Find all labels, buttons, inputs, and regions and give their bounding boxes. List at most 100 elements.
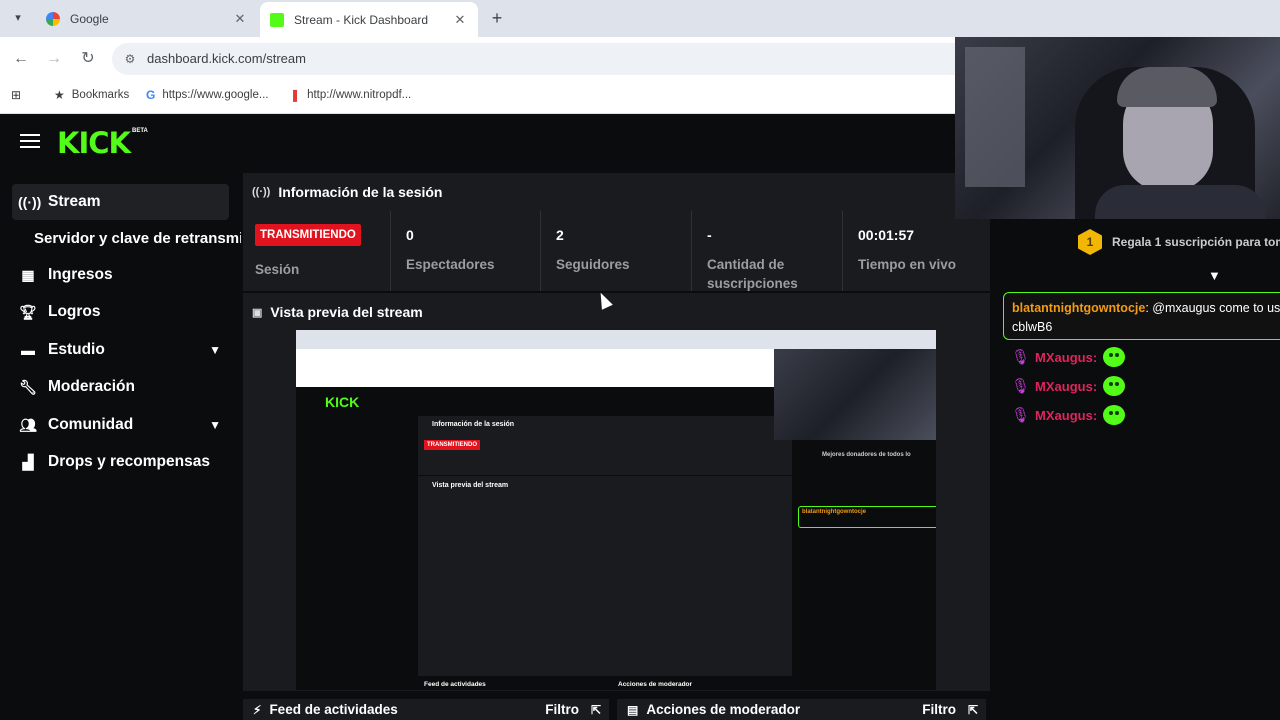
bookmark-label: https://www.google... bbox=[162, 89, 269, 101]
close-icon[interactable]: ✕ bbox=[452, 12, 468, 28]
stat-value: - bbox=[707, 227, 712, 243]
kick-logo[interactable]: KICK bbox=[57, 126, 131, 160]
sidebar-item-server-key[interactable]: Servidor y clave de retransmisión bbox=[34, 230, 241, 247]
filter-button[interactable]: Filtro bbox=[545, 702, 579, 717]
panel-title: Vista previa del stream bbox=[270, 304, 423, 320]
broadcast-icon: ((·)) bbox=[18, 194, 42, 210]
chat-panel: 1 Regala 1 suscripción para tomar ▼ blat… bbox=[993, 218, 1280, 720]
emote-icon bbox=[1103, 347, 1126, 367]
url-field[interactable]: ⚙ dashboard.kick.com/stream bbox=[112, 43, 972, 75]
stat-seguidores: 2 Seguidores bbox=[540, 211, 690, 291]
mini-logo: KICK bbox=[325, 394, 360, 410]
popout-icon[interactable]: ⇱ bbox=[591, 703, 601, 717]
tab-title: Google bbox=[70, 12, 109, 26]
stat-value: 00:01:57 bbox=[858, 227, 915, 243]
tab-kick-dashboard[interactable]: Stream - Kick Dashboard ✕ bbox=[260, 2, 478, 37]
kick-favicon-icon bbox=[270, 12, 284, 27]
sidebar-item-drops[interactable]: ▟ Drops y recompensas bbox=[12, 444, 229, 480]
chevron-down-icon: ▼ bbox=[209, 418, 221, 432]
mini-live-badge: TRANSMITIENDO bbox=[424, 440, 480, 450]
mini-mod-title: Acciones de moderador bbox=[618, 681, 693, 688]
emote-icon bbox=[1103, 405, 1126, 425]
session-info-header: ((·)) Información de la sesión bbox=[252, 184, 442, 200]
expand-icon[interactable]: ▼ bbox=[1208, 268, 1221, 283]
stat-value: 2 bbox=[556, 227, 564, 243]
gift-text: Regala 1 suscripción para tomar bbox=[1112, 235, 1280, 249]
chat-message: 🎙︎ MXaugus: bbox=[1011, 405, 1126, 425]
stat-label: Cantidad de suscripciones bbox=[707, 257, 798, 291]
mini-feed-title: Feed de actividades bbox=[424, 681, 486, 688]
webcam-shirt bbox=[1095, 185, 1265, 219]
stream-preview-panel: ▣ Vista previa del stream KICK Informaci… bbox=[243, 293, 990, 691]
mod-actions-icon: ▤ bbox=[627, 702, 639, 717]
bookmark-item[interactable]: ★ Bookmarks bbox=[54, 88, 129, 102]
tab-google[interactable]: Google ✕ bbox=[36, 4, 258, 34]
mini-donors-title: Mejores donadores de todos lo bbox=[822, 452, 911, 458]
url-text: dashboard.kick.com/stream bbox=[147, 51, 306, 66]
sidebar-item-label: Drops y recompensas bbox=[48, 453, 210, 470]
emote-icon bbox=[1103, 376, 1126, 396]
sidebar-item-comunidad[interactable]: 👥︎ Comunidad ▼ bbox=[12, 407, 229, 443]
mod-actions-title: Acciones de moderador bbox=[646, 702, 801, 717]
rank-medal-icon: 1 bbox=[1078, 229, 1102, 255]
drops-icon: ▟ bbox=[22, 453, 34, 470]
panel-title: Información de la sesión bbox=[278, 184, 443, 200]
microphone-badge-icon: 🎙︎ bbox=[1011, 407, 1031, 424]
mod-actions-bar: ▤ Acciones de moderador Filtro ⇱ bbox=[617, 699, 986, 720]
sidebar-item-stream[interactable]: ((·)) Stream bbox=[12, 184, 229, 220]
webcam-overlay bbox=[955, 37, 1280, 219]
bookmark-item[interactable]: ❚ http://www.nitropdf... bbox=[290, 88, 411, 102]
stat-value: 0 bbox=[406, 227, 414, 243]
stat-suscripciones: - Cantidad de suscripciones bbox=[691, 211, 841, 291]
sidebar-item-moderacion[interactable]: 🔧︎ Moderación bbox=[12, 369, 229, 405]
stat-label: Tiempo en vivo bbox=[858, 257, 957, 272]
stream-preview-video[interactable]: KICK Información de la sesión TRANSMITIE… bbox=[296, 330, 936, 690]
browser-tabbar: ▾ Google ✕ Stream - Kick Dashboard ✕ + bbox=[0, 0, 1280, 37]
stat-espectadores: 0 Espectadores bbox=[390, 211, 540, 291]
sidebar-item-label: Comunidad bbox=[48, 416, 134, 433]
bookmark-item[interactable]: G https://www.google... bbox=[146, 88, 268, 102]
chat-username[interactable]: MXaugus bbox=[1035, 408, 1093, 423]
session-label: Sesión bbox=[255, 262, 300, 277]
mini-session-title: Información de la sesión bbox=[432, 421, 515, 428]
popout-icon[interactable]: ⇱ bbox=[968, 703, 978, 717]
chat-username[interactable]: MXaugus bbox=[1035, 350, 1093, 365]
apps-grid-icon[interactable]: ⊞ bbox=[11, 88, 28, 102]
wrench-icon: 🔧︎ bbox=[19, 378, 37, 395]
lightning-icon: ⚡︎ bbox=[253, 702, 262, 717]
bookmark-label: Bookmarks bbox=[71, 89, 130, 101]
sidebar-item-label: Logros bbox=[48, 303, 101, 320]
chevron-down-icon: ▼ bbox=[209, 343, 221, 357]
preview-icon: ▣ bbox=[252, 306, 263, 319]
pinned-username[interactable]: blatantnightgowntocje bbox=[1012, 301, 1145, 315]
chat-message: 🎙︎ MXaugus: bbox=[1011, 347, 1126, 367]
tab-search-icon[interactable]: ▾ bbox=[8, 8, 28, 28]
sidebar-item-label: Moderación bbox=[48, 378, 135, 395]
studio-icon: ▬ bbox=[21, 342, 35, 358]
sidebar-item-estudio[interactable]: ▬ Estudio ▼ bbox=[12, 332, 229, 368]
microphone-badge-icon: 🎙︎ bbox=[1011, 378, 1031, 395]
reload-icon[interactable]: ↻ bbox=[78, 49, 98, 69]
site-info-icon[interactable]: ⚙ bbox=[122, 51, 138, 67]
chat-message: 🎙︎ MXaugus: bbox=[1011, 376, 1126, 396]
new-tab-plus-icon[interactable]: + bbox=[486, 7, 508, 29]
nitropdf-icon: ❚ bbox=[290, 88, 301, 102]
stream-preview-header: ▣ Vista previa del stream bbox=[252, 304, 423, 320]
sidebar-item-ingresos[interactable]: ▦ Ingresos bbox=[12, 257, 229, 293]
chat-username[interactable]: MXaugus bbox=[1035, 379, 1093, 394]
forward-arrow-icon[interactable]: → bbox=[44, 49, 64, 69]
sidebar-item-logros[interactable]: 🏆︎ Logros bbox=[12, 294, 229, 330]
activity-feed-title: Feed de actividades bbox=[269, 702, 398, 717]
menu-icon[interactable] bbox=[20, 134, 40, 150]
bookmark-label: http://www.nitropdf... bbox=[307, 89, 412, 101]
close-icon[interactable]: ✕ bbox=[232, 11, 248, 27]
gift-subscription-banner[interactable]: 1 Regala 1 suscripción para tomar bbox=[1078, 229, 1280, 255]
back-arrow-icon[interactable]: ← bbox=[11, 49, 31, 69]
filter-button[interactable]: Filtro bbox=[922, 702, 956, 717]
session-info-panel: ((·)) Información de la sesión TRANSMITI… bbox=[243, 173, 990, 291]
mini-preview-title: Vista previa del stream bbox=[432, 482, 509, 489]
mini-nested-preview bbox=[444, 495, 764, 675]
webcam-cap bbox=[1117, 67, 1217, 107]
microphone-badge-icon: 🎙︎ bbox=[1011, 349, 1031, 366]
webcam-background bbox=[965, 47, 1025, 187]
